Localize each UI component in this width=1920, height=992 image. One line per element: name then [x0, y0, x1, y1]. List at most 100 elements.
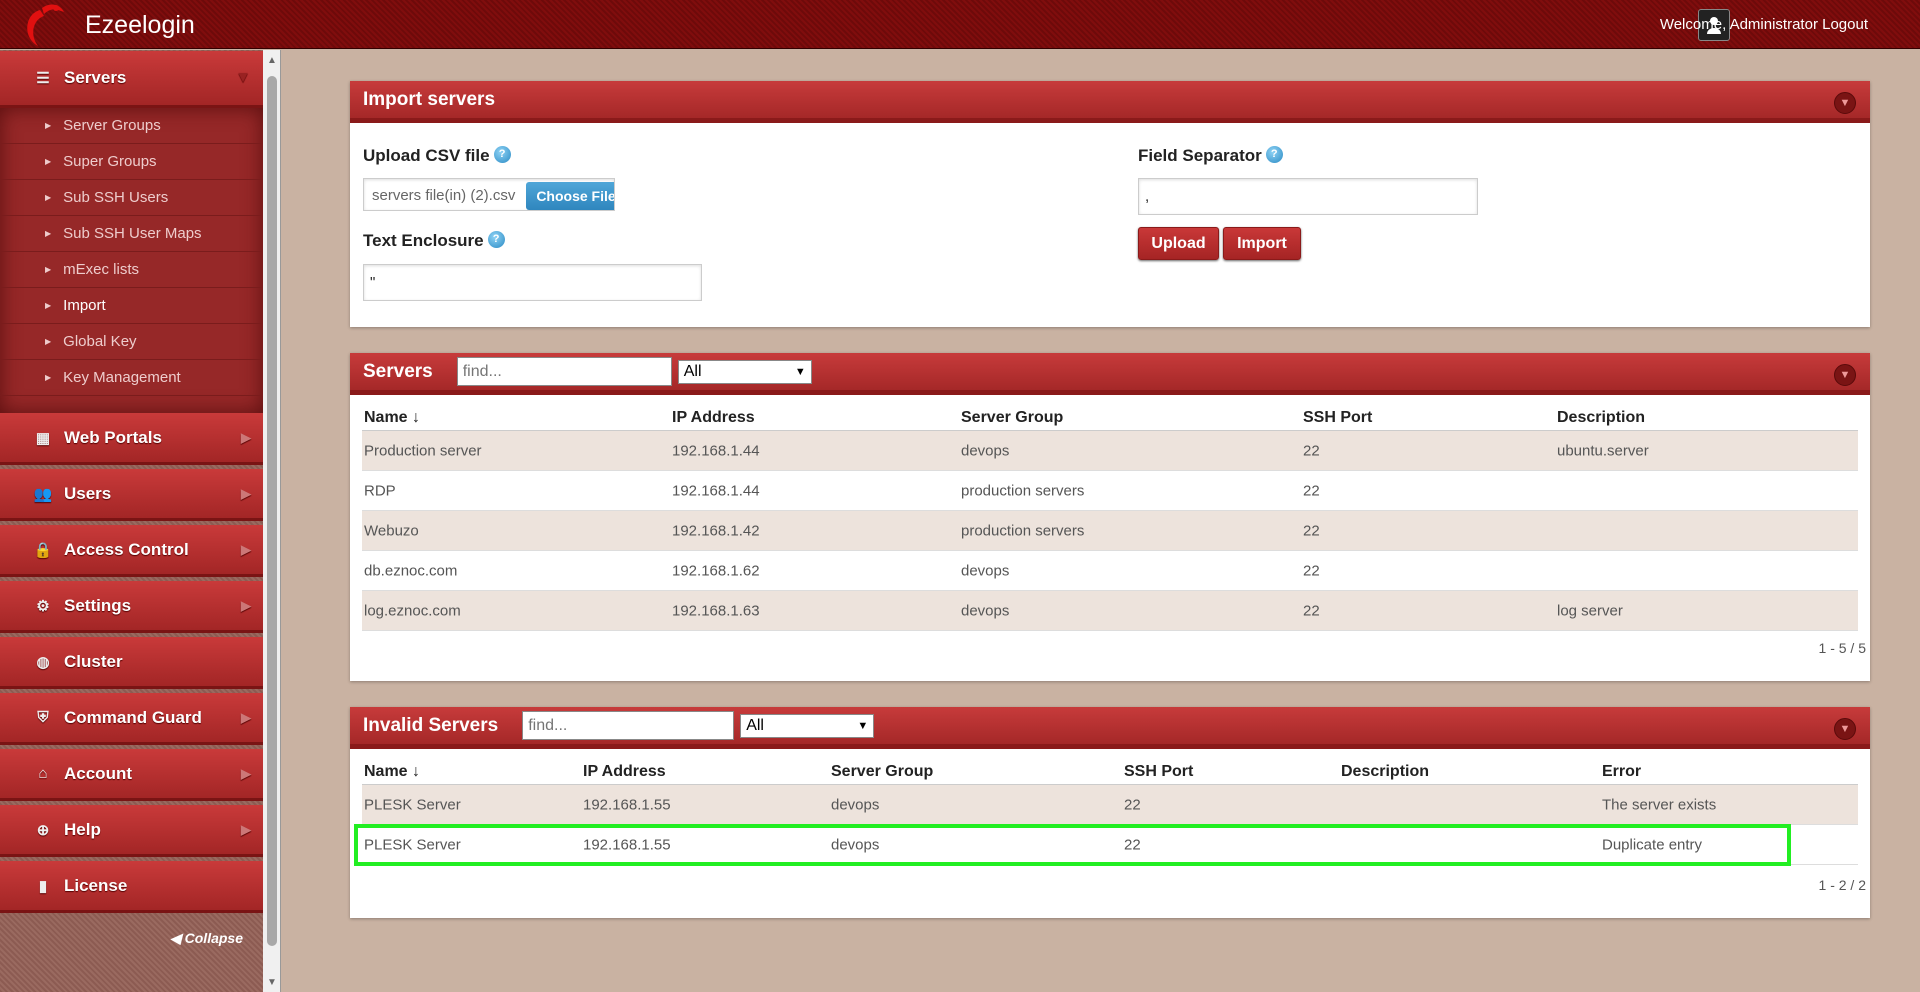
- sidebar-item-web-portals[interactable]: ▦ Web Portals ▶: [0, 413, 263, 465]
- sidebar-subitem-key-management[interactable]: ▶ Key Management: [0, 360, 263, 396]
- panel-header: Invalid Servers All ▼ ▼: [350, 707, 1870, 749]
- cell-3: 22: [1124, 796, 1141, 813]
- chevron-right-icon: ▶: [241, 485, 251, 501]
- sidebar-subitem-sub-ssh-users[interactable]: ▶ Sub SSH Users: [0, 180, 263, 216]
- collapse-button[interactable]: ◀ Collapse: [170, 930, 243, 947]
- panel-title: Invalid Servers: [363, 714, 499, 736]
- sidebar-subitem-mexec-lists[interactable]: ▶ mExec lists: [0, 252, 263, 288]
- chevron-down-icon[interactable]: ▼: [1834, 718, 1856, 740]
- column-header-name[interactable]: Name ↓: [364, 763, 420, 781]
- cell-5: The server exists: [1602, 796, 1717, 813]
- column-header-ip[interactable]: IP Address: [583, 763, 666, 781]
- cell-0: Webuzo: [364, 522, 419, 539]
- scroll-thumb[interactable]: [267, 76, 277, 946]
- csv-file-input[interactable]: servers file(in) (2).csv Choose File: [363, 178, 615, 211]
- sidebar-subitem-super-groups[interactable]: ▶ Super Groups: [0, 144, 263, 180]
- cell-1: 192.168.1.63: [672, 602, 760, 619]
- invalid-search-input[interactable]: [522, 711, 735, 740]
- sidebar-item-settings[interactable]: ⚙ Settings ▶: [0, 581, 263, 633]
- sidebar-item-users[interactable]: 👥 Users ▶: [0, 469, 263, 521]
- help-icon[interactable]: ?: [1265, 146, 1283, 163]
- bullet-icon: ▶: [45, 121, 52, 130]
- shield-icon: ⛨: [37, 709, 49, 726]
- web-portals-icon: ▦: [35, 429, 51, 447]
- sidebar-item-access-control[interactable]: 🔒 Access Control ▶: [0, 525, 263, 577]
- sidebar-item-account[interactable]: ⌂ Account ▶: [0, 749, 263, 801]
- choose-file-button[interactable]: Choose File: [526, 182, 614, 210]
- cell-0: Production server: [364, 442, 482, 459]
- text-enclosure-input[interactable]: ": [363, 264, 702, 301]
- cell-2: devops: [961, 562, 1010, 579]
- cell-0: log.eznoc.com: [364, 602, 461, 619]
- table-row[interactable]: log.eznoc.com 192.168.1.63 devops 22 log ser…: [362, 591, 1858, 631]
- servers-submenu: ▶ Server Groups ▶ Super Groups ▶ Sub SSH Us…: [0, 108, 263, 413]
- sidebar-item-label: Help: [64, 819, 101, 839]
- sidebar-item-label: Web Portals: [64, 427, 162, 447]
- column-header-description[interactable]: Description: [1341, 763, 1429, 781]
- caret-left-icon: ◀: [169, 930, 181, 946]
- import-button[interactable]: Import: [1223, 227, 1301, 260]
- scroll-down-icon[interactable]: ▼: [267, 977, 277, 988]
- table-row[interactable]: db.eznoc.com 192.168.1.62 devops 22: [362, 551, 1858, 591]
- brand-name: Ezeelogin: [85, 11, 195, 39]
- invalid-filter-select[interactable]: All ▼: [740, 713, 875, 738]
- sidebar-item-label: Account: [64, 763, 132, 783]
- sidebar-subitem-sub-ssh-user-maps[interactable]: ▶ Sub SSH User Maps: [0, 216, 263, 252]
- sidebar-item-cluster[interactable]: ◍ Cluster: [0, 637, 263, 689]
- column-header-group[interactable]: Server Group: [961, 409, 1063, 427]
- column-header-group[interactable]: Server Group: [831, 763, 933, 781]
- column-header-description[interactable]: Description: [1557, 409, 1645, 427]
- upload-button[interactable]: Upload: [1138, 227, 1219, 260]
- sidebar-item-help[interactable]: ⊕ Help ▶: [0, 805, 263, 857]
- bullet-icon: ▶: [45, 337, 52, 346]
- chevron-right-icon: ▶: [241, 821, 251, 837]
- sidebar-item-label: Servers: [64, 68, 127, 87]
- panel-title: Import servers: [363, 88, 496, 110]
- cell-3: 22: [1303, 442, 1320, 459]
- column-header-error[interactable]: Error: [1602, 763, 1641, 781]
- chevron-right-icon: ▶: [241, 541, 251, 557]
- chevron-down-icon: ▼: [794, 365, 806, 378]
- bullet-icon: ▶: [45, 229, 52, 238]
- cell-2: production servers: [961, 482, 1085, 499]
- subitem-label: mExec lists: [63, 261, 139, 278]
- table-row[interactable]: PLESK Server 192.168.1.55 devops 22 The serv…: [362, 785, 1858, 825]
- bullet-icon: ▶: [45, 301, 52, 310]
- selected-value: All: [683, 362, 702, 380]
- chevron-down-icon[interactable]: ▼: [1834, 92, 1856, 114]
- servers-search-input[interactable]: [456, 357, 672, 386]
- scroll-up-icon[interactable]: ▲: [267, 55, 277, 66]
- sidebar-item-command-guard[interactable]: ⛨ Command Guard ▶: [0, 693, 263, 745]
- sidebar-scrollbar[interactable]: ▲ ▼: [263, 50, 281, 992]
- sidebar-item-servers[interactable]: ☰ Servers ▼: [0, 51, 263, 108]
- invalid-servers-panel: Invalid Servers All ▼ ▼ Name ↓ IP Address…: [350, 707, 1870, 918]
- table-row[interactable]: Production server 192.168.1.44 devops 22 ubu…: [362, 431, 1858, 471]
- cell-2: devops: [831, 796, 880, 813]
- field-separator-input[interactable]: ,: [1138, 178, 1478, 215]
- column-header-port[interactable]: SSH Port: [1124, 763, 1193, 781]
- chevron-down-icon[interactable]: ▼: [1834, 364, 1856, 386]
- users-icon: 👥: [33, 485, 53, 503]
- help-icon[interactable]: ?: [493, 146, 511, 163]
- column-header-name[interactable]: Name ↓: [364, 409, 420, 427]
- sidebar-subitem-global-key[interactable]: ▶ Global Key: [0, 324, 263, 360]
- sidebar-subitem-import[interactable]: ▶ Import: [0, 288, 263, 324]
- subitem-label: Server Groups: [63, 117, 161, 134]
- column-header-port[interactable]: SSH Port: [1303, 409, 1372, 427]
- column-header-ip[interactable]: IP Address: [672, 409, 755, 427]
- subitem-label: Sub SSH Users: [63, 189, 169, 206]
- cell-4: log server: [1557, 602, 1623, 619]
- help-icon[interactable]: ?: [487, 231, 505, 248]
- table-row[interactable]: RDP 192.168.1.44 production servers 22: [362, 471, 1858, 511]
- highlight-box: [354, 824, 1791, 866]
- cell-2: production servers: [961, 522, 1085, 539]
- cell-1: 192.168.1.55: [583, 796, 671, 813]
- table-row[interactable]: Webuzo 192.168.1.42 production servers 22: [362, 511, 1858, 551]
- lifebuoy-icon: ⊕: [36, 821, 50, 839]
- sidebar-item-license[interactable]: ▮ License: [0, 861, 263, 913]
- bullet-icon: ▶: [45, 193, 52, 202]
- welcome-area: Welcome, Administrator Logout: [1660, 16, 1868, 33]
- sidebar-subitem-server-groups[interactable]: ▶ Server Groups: [0, 108, 263, 144]
- servers-filter-select[interactable]: All ▼: [677, 359, 812, 384]
- logout-link[interactable]: Logout: [1822, 16, 1868, 33]
